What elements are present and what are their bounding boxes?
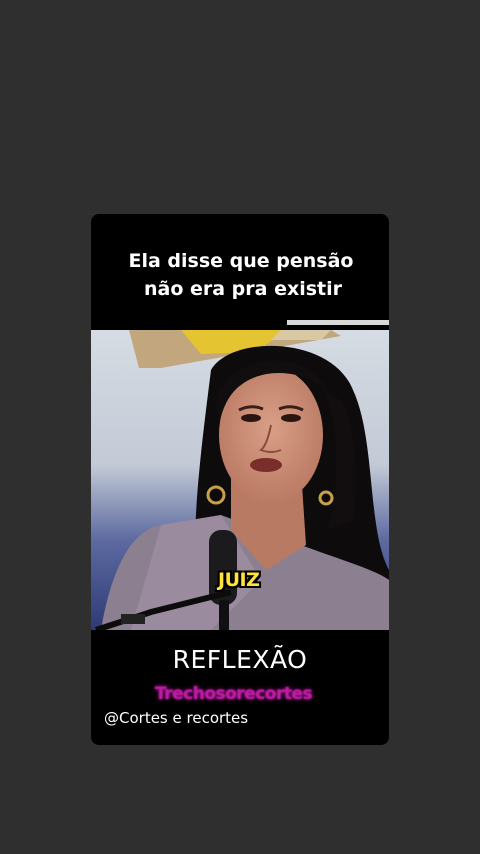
caption-word: JUIZ [218, 569, 260, 591]
header-text-line-1: Ela disse que pensão [128, 250, 354, 272]
channel-handle[interactable]: @Cortes e recortes [104, 709, 248, 727]
video-card[interactable]: Ela disse que pensão não era pra existir [91, 214, 389, 745]
video-header: Ela disse que pensão não era pra existir [91, 214, 389, 330]
progress-strip [287, 320, 389, 325]
video-subtitle: Trechosorecortes [155, 684, 313, 704]
video-title: REFLEXÃO [172, 645, 308, 674]
header-text-line-2: não era pra existir [143, 278, 343, 300]
